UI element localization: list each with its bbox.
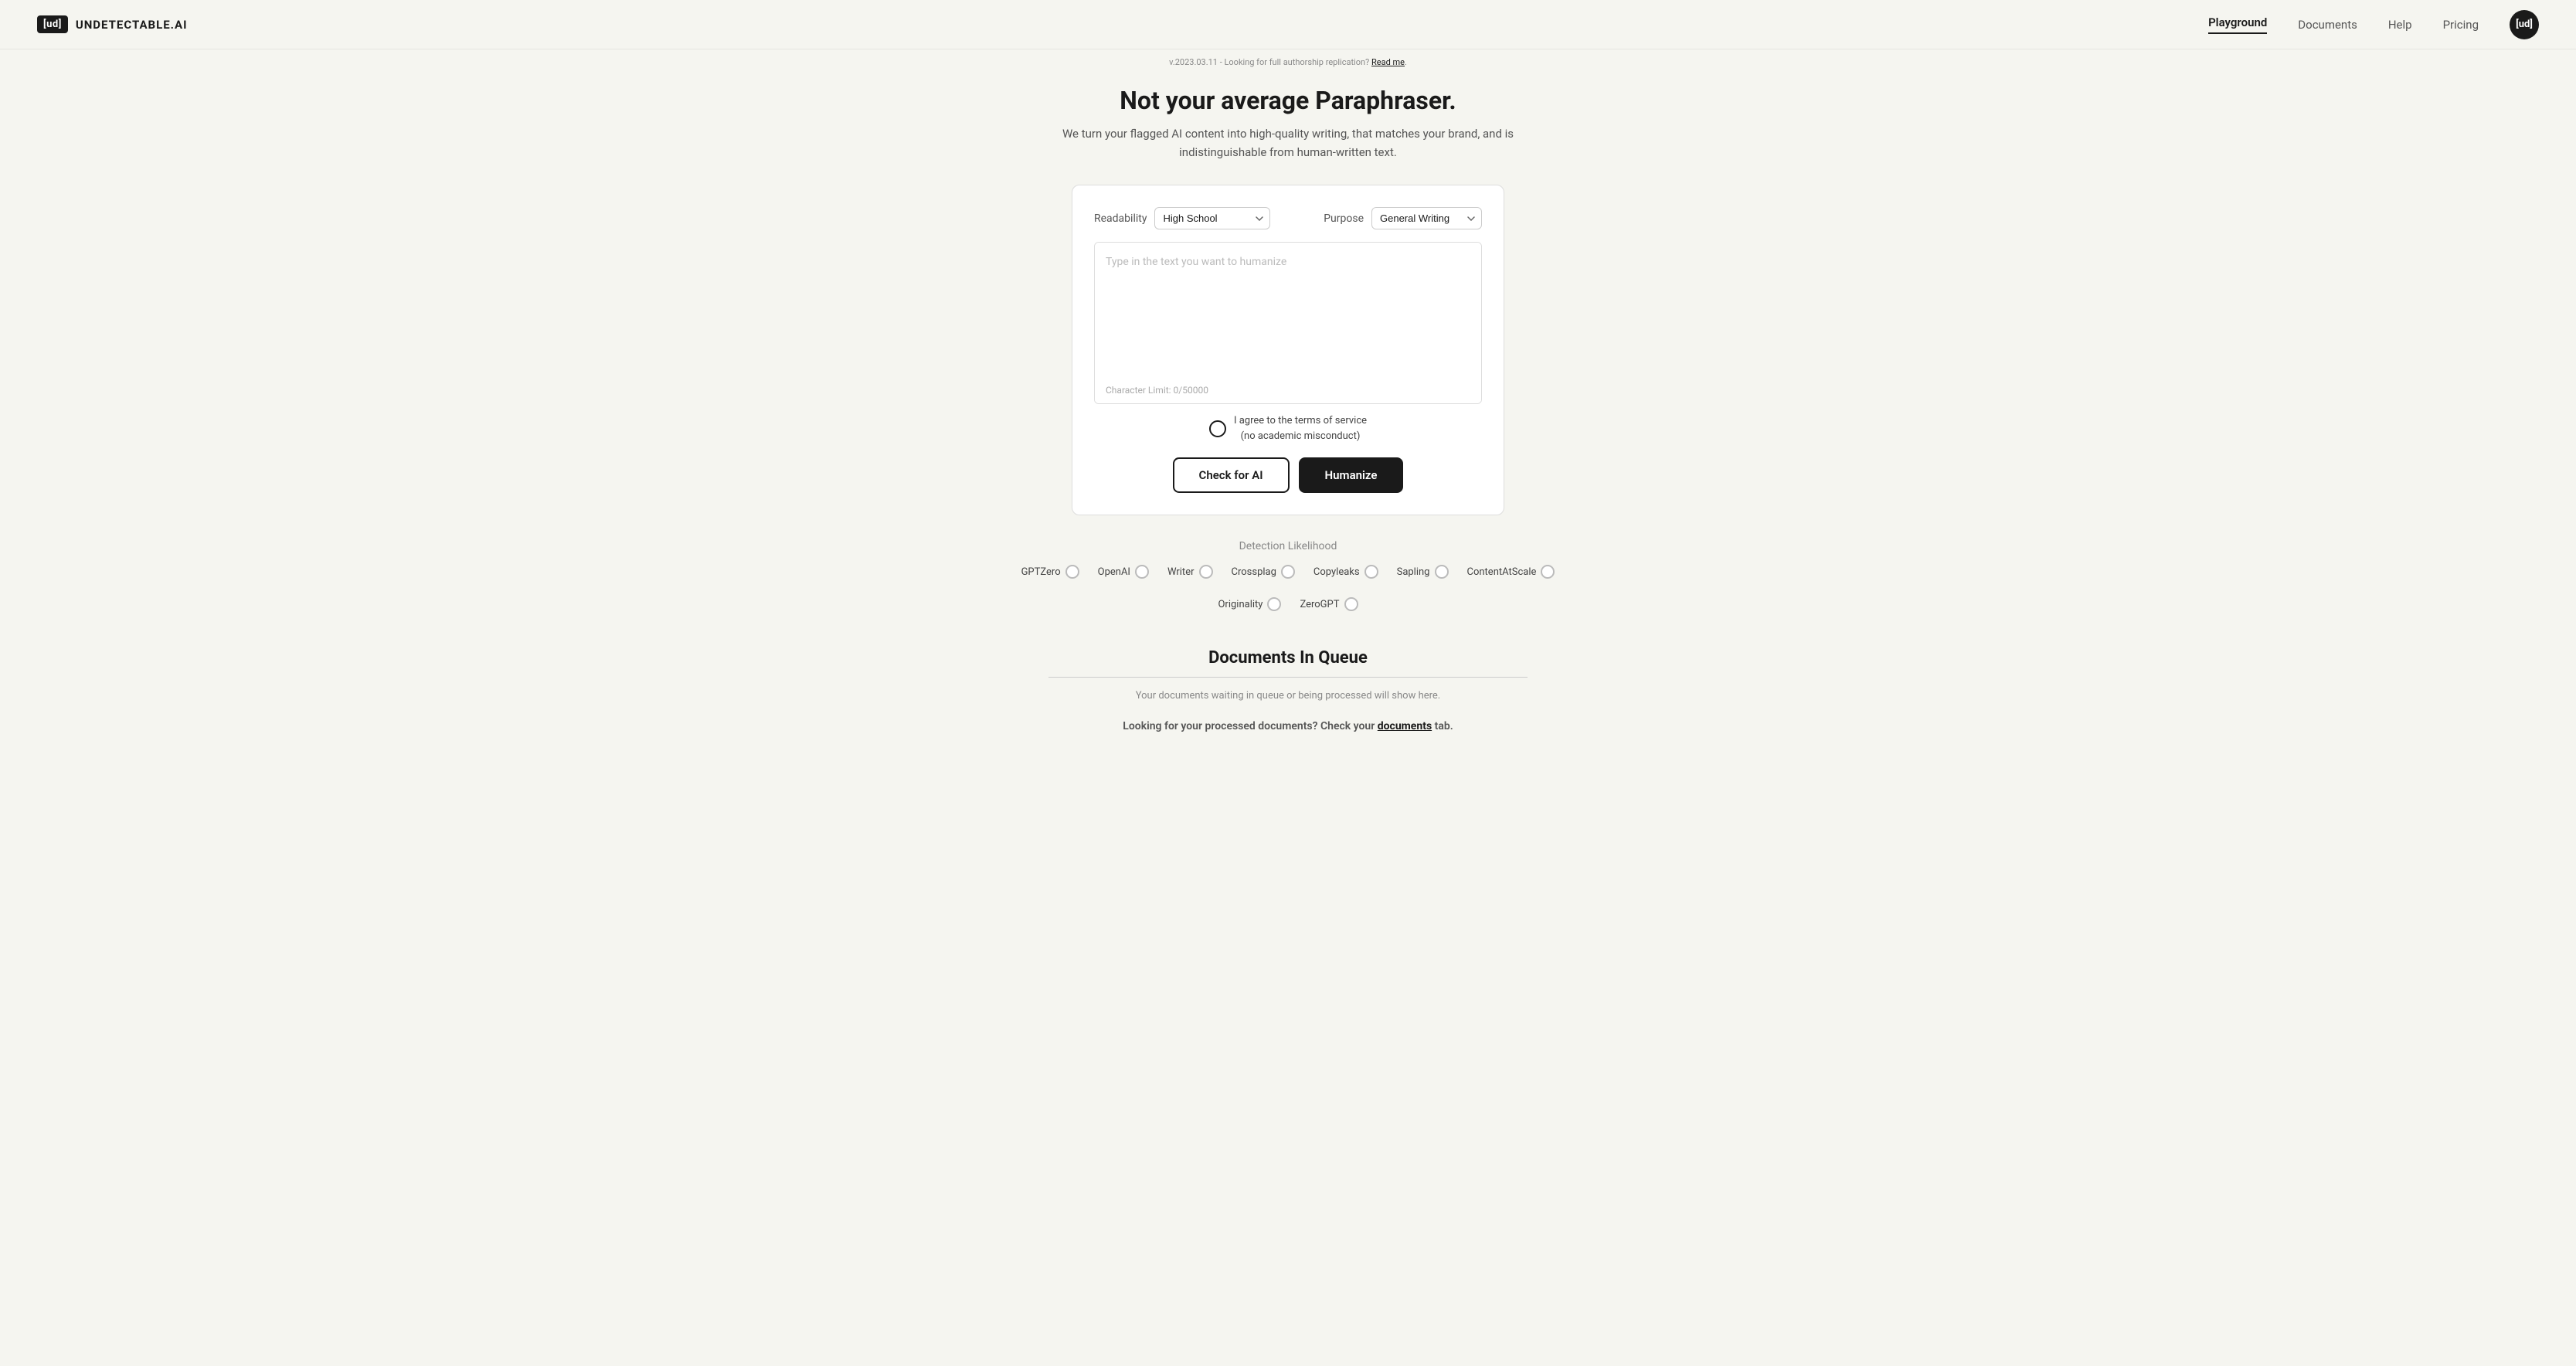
- page-headline: Not your average Paraphraser.: [1120, 86, 1456, 115]
- detection-circle-sapling: [1435, 565, 1449, 579]
- detection-circle-writer: [1199, 565, 1213, 579]
- detection-list: GPTZero OpenAI Writer Crossplag Copyleak…: [994, 565, 1582, 611]
- textarea-wrapper: Character Limit: 0/50000: [1094, 242, 1482, 404]
- version-text: v.2023.03.11 - Looking for full authorsh…: [1169, 57, 1369, 67]
- queue-empty-text: Your documents waiting in queue or being…: [1048, 690, 1528, 702]
- queue-title: Documents In Queue: [1048, 648, 1528, 668]
- read-me-link[interactable]: Read me: [1371, 57, 1405, 67]
- queue-footer-text: Looking for your processed documents? Ch…: [1123, 720, 1375, 732]
- version-suffix: .: [1405, 57, 1407, 67]
- purpose-label: Purpose: [1324, 212, 1364, 225]
- detection-label-gptzero: GPTZero: [1021, 566, 1061, 578]
- readability-label: Readability: [1094, 212, 1147, 225]
- detection-label-contentatscale: ContentAtScale: [1467, 566, 1537, 578]
- terms-text: I agree to the terms of service (no acad…: [1234, 413, 1367, 443]
- detection-label-sapling: Sapling: [1397, 566, 1430, 578]
- check-for-ai-button[interactable]: Check for AI: [1173, 457, 1290, 493]
- detection-circle-copyleaks: [1364, 565, 1378, 579]
- detection-label-writer: Writer: [1167, 566, 1195, 578]
- detection-circle-openai: [1135, 565, 1149, 579]
- queue-documents-link[interactable]: documents: [1378, 720, 1432, 732]
- page-subheadline: We turn your flagged AI content into hig…: [1018, 124, 1558, 161]
- detection-label-crossplag: Crossplag: [1232, 566, 1276, 578]
- detection-item-writer: Writer: [1167, 565, 1213, 579]
- readability-group: Readability Elementary School Middle Sch…: [1094, 207, 1270, 229]
- detection-item-contentatscale: ContentAtScale: [1467, 565, 1555, 579]
- logo[interactable]: [ud] UNDETECTABLE.AI: [37, 15, 187, 33]
- user-avatar[interactable]: [ud]: [2510, 10, 2539, 39]
- action-buttons: Check for AI Humanize: [1094, 457, 1482, 493]
- nav-playground[interactable]: Playground: [2208, 15, 2267, 34]
- nav-pricing[interactable]: Pricing: [2443, 18, 2479, 32]
- card-controls: Readability Elementary School Middle Sch…: [1094, 207, 1482, 229]
- detection-item-copyleaks: Copyleaks: [1313, 565, 1378, 579]
- nav-help[interactable]: Help: [2388, 18, 2412, 32]
- detection-circle-originality: [1267, 597, 1281, 611]
- detection-label-copyleaks: Copyleaks: [1313, 566, 1360, 578]
- main-content: Not your average Paraphraser. We turn yo…: [0, 70, 2576, 779]
- detection-circle-zerogpt: [1344, 597, 1358, 611]
- detection-title: Detection Likelihood: [994, 540, 1582, 552]
- logo-badge: [ud]: [37, 15, 68, 33]
- brand-name: UNDETECTABLE.AI: [76, 18, 188, 32]
- readability-select[interactable]: Elementary School Middle School High Sch…: [1154, 207, 1270, 229]
- nav-links: Playground Documents Help Pricing [ud]: [2208, 10, 2539, 39]
- detection-item-openai: OpenAI: [1098, 565, 1149, 579]
- detection-item-gptzero: GPTZero: [1021, 565, 1079, 579]
- detection-item-crossplag: Crossplag: [1232, 565, 1295, 579]
- queue-divider: [1048, 677, 1528, 678]
- navbar: [ud] UNDETECTABLE.AI Playground Document…: [0, 0, 2576, 49]
- terms-radio[interactable]: [1209, 420, 1226, 437]
- queue-section: Documents In Queue Your documents waitin…: [1048, 648, 1528, 732]
- humanizer-card: Readability Elementary School Middle Sch…: [1072, 185, 1504, 515]
- detection-item-originality: Originality: [1218, 597, 1281, 611]
- detection-circle-gptzero: [1065, 565, 1079, 579]
- queue-footer: Looking for your processed documents? Ch…: [1048, 720, 1528, 732]
- detection-label-zerogpt: ZeroGPT: [1300, 599, 1339, 610]
- char-limit: Character Limit: 0/50000: [1095, 385, 1481, 403]
- purpose-group: Purpose General Writing Essay Article Ma…: [1324, 207, 1482, 229]
- terms-row: I agree to the terms of service (no acad…: [1094, 413, 1482, 443]
- version-bar: v.2023.03.11 - Looking for full authorsh…: [0, 49, 2576, 70]
- detection-item-zerogpt: ZeroGPT: [1300, 597, 1358, 611]
- detection-section: Detection Likelihood GPTZero OpenAI Writ…: [994, 540, 1582, 611]
- detection-label-openai: OpenAI: [1098, 566, 1130, 578]
- detection-item-sapling: Sapling: [1397, 565, 1449, 579]
- queue-footer-tab: tab.: [1435, 720, 1453, 732]
- purpose-select[interactable]: General Writing Essay Article Marketing …: [1371, 207, 1482, 229]
- detection-label-originality: Originality: [1218, 599, 1263, 610]
- nav-documents[interactable]: Documents: [2298, 18, 2357, 32]
- detection-circle-contentatscale: [1541, 565, 1555, 579]
- humanize-button[interactable]: Humanize: [1299, 457, 1404, 493]
- detection-circle-crossplag: [1281, 565, 1295, 579]
- humanize-textarea[interactable]: [1095, 243, 1481, 382]
